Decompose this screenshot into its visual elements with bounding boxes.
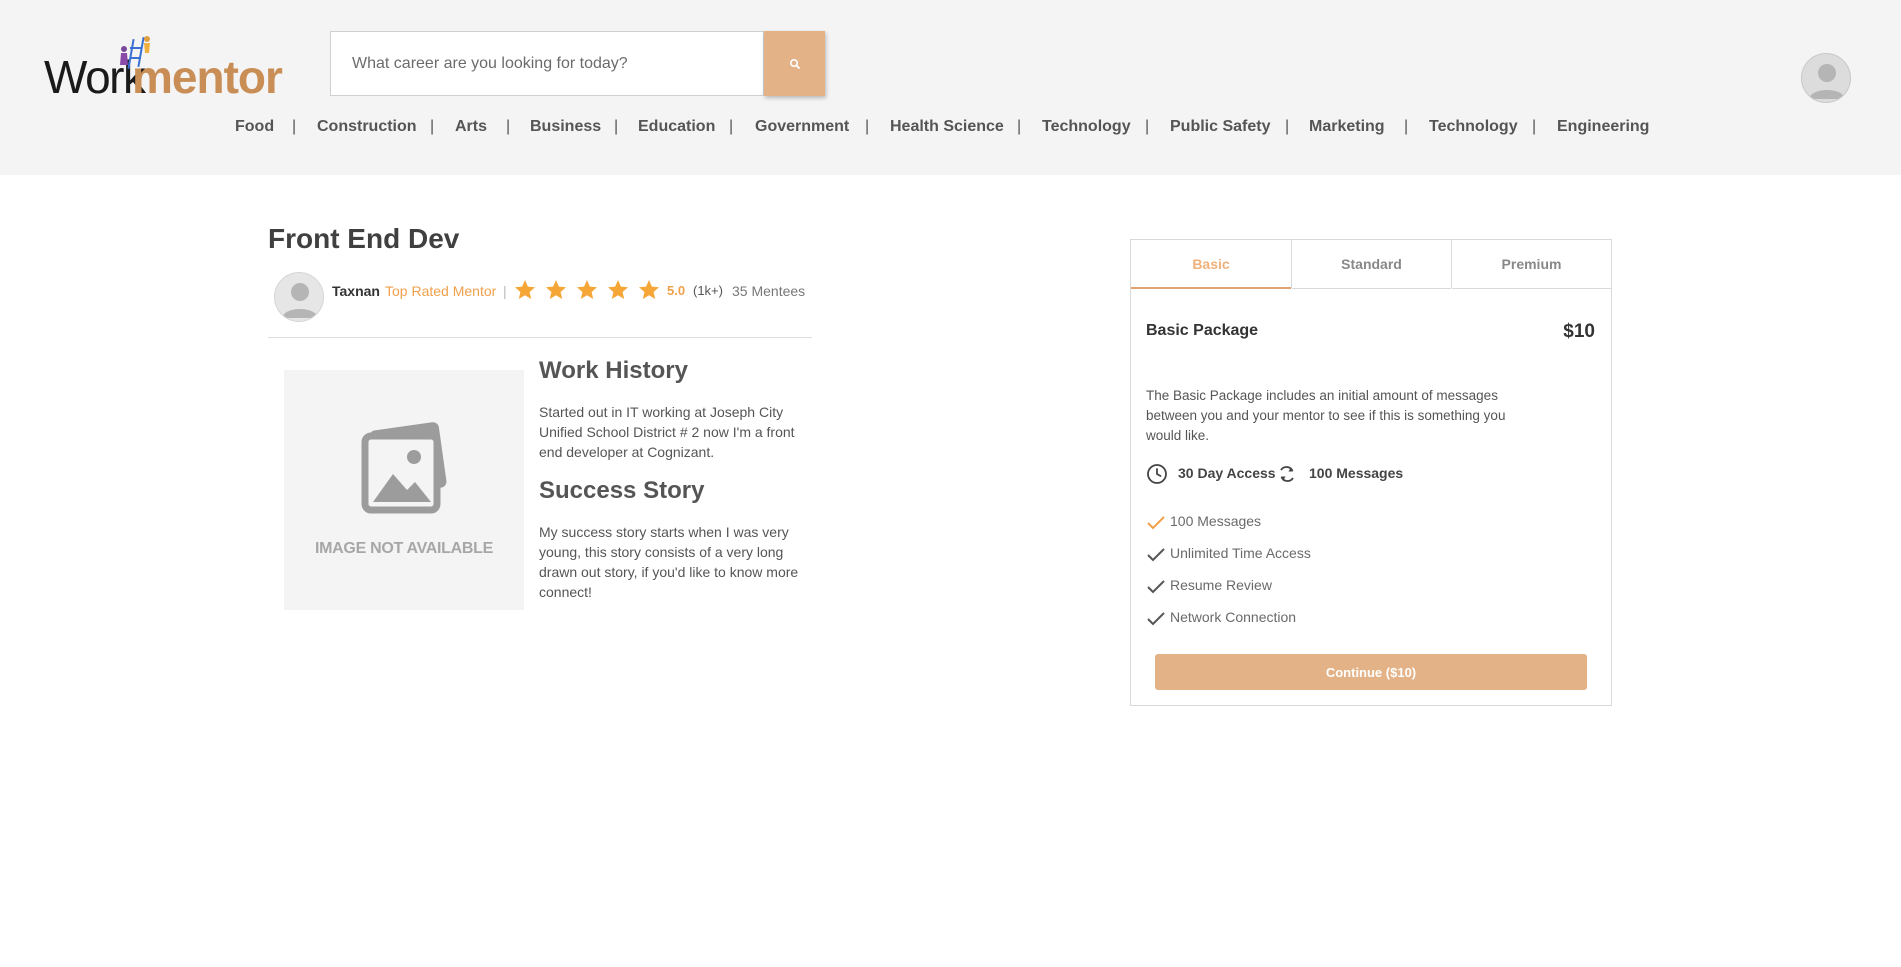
user-icon bbox=[282, 283, 318, 318]
nav-separator: | bbox=[1532, 118, 1537, 135]
package-panel: Basic Standard Premium Basic Package $10… bbox=[1130, 239, 1612, 706]
mentor-avatar[interactable] bbox=[274, 272, 324, 322]
nav-item-marketing[interactable]: Marketing bbox=[1309, 118, 1385, 136]
mentor-info-row: Taxnan Top Rated Mentor | 5.0 (1k+) 35 M… bbox=[274, 272, 814, 322]
image-icon bbox=[361, 422, 447, 514]
nav-item-engineering[interactable]: Engineering bbox=[1557, 118, 1649, 136]
nav-separator: | bbox=[865, 118, 870, 135]
nav-separator: | bbox=[1285, 118, 1290, 135]
search-box bbox=[330, 31, 764, 96]
category-nav: Food | Construction | Arts | Business | … bbox=[0, 118, 1901, 140]
nav-item-technology[interactable]: Technology bbox=[1042, 118, 1131, 136]
top-rated-badge: Top Rated Mentor bbox=[385, 283, 497, 299]
check-icon bbox=[1147, 580, 1165, 594]
package-price: $10 bbox=[1563, 321, 1595, 342]
refresh-icon bbox=[1280, 466, 1294, 482]
divider bbox=[268, 337, 812, 338]
check-icon bbox=[1147, 548, 1165, 562]
nav-separator: | bbox=[1404, 118, 1409, 135]
nav-item-arts[interactable]: Arts bbox=[455, 118, 487, 136]
success-story-text: My success story starts when I was very … bbox=[539, 524, 799, 600]
feature-text: Network Connection bbox=[1170, 609, 1297, 625]
workmentor-logo[interactable]: Work mentor bbox=[44, 33, 284, 103]
nav-separator: | bbox=[729, 118, 734, 135]
continue-button[interactable]: Continue ($10) bbox=[1155, 654, 1587, 690]
image-placeholder: IMAGE NOT AVAILABLE bbox=[284, 370, 524, 610]
header: Work mentor Food | Construction | bbox=[0, 0, 1901, 175]
mentees-count: 35 Mentees bbox=[732, 283, 806, 299]
nav-item-food[interactable]: Food bbox=[235, 118, 274, 136]
gig-title: Front End Dev bbox=[268, 223, 460, 254]
tab-standard[interactable]: Standard bbox=[1292, 240, 1451, 289]
nav-separator: | bbox=[506, 118, 511, 135]
nav-separator: | bbox=[1017, 118, 1022, 135]
nav-separator: | bbox=[1145, 118, 1150, 135]
nav-item-government[interactable]: Government bbox=[755, 118, 849, 136]
message-count: 100 Messages bbox=[1309, 465, 1404, 481]
tab-basic[interactable]: Basic bbox=[1131, 240, 1291, 289]
work-history-text: Started out in IT working at Joseph City… bbox=[539, 404, 795, 460]
check-icon bbox=[1147, 516, 1165, 530]
mentor-name[interactable]: Taxnan bbox=[332, 283, 380, 299]
logo-figures-icon bbox=[120, 36, 150, 69]
package-name: Basic Package bbox=[1146, 322, 1259, 339]
nav-separator: | bbox=[430, 118, 435, 135]
package-description: The Basic Package includes an initial am… bbox=[1146, 388, 1506, 443]
feature-text: Resume Review bbox=[1170, 577, 1272, 593]
nav-item-technology-2[interactable]: Technology bbox=[1429, 118, 1518, 136]
nav-item-education[interactable]: Education bbox=[638, 118, 715, 136]
separator: | bbox=[503, 283, 507, 299]
nav-item-public-safety[interactable]: Public Safety bbox=[1170, 118, 1270, 136]
search-icon bbox=[789, 58, 800, 69]
access-duration: 30 Day Access bbox=[1178, 465, 1276, 481]
feature-item: 100 Messages bbox=[1146, 510, 1586, 532]
star-icon bbox=[515, 280, 535, 299]
work-history-title: Work History bbox=[539, 357, 688, 384]
tab-premium[interactable]: Premium bbox=[1452, 240, 1611, 289]
success-story-title: Success Story bbox=[539, 477, 705, 504]
package-tabs: Basic Standard Premium bbox=[1131, 240, 1611, 289]
search-input[interactable] bbox=[331, 32, 763, 95]
nav-item-business[interactable]: Business bbox=[530, 118, 601, 136]
nav-item-health-science[interactable]: Health Science bbox=[890, 118, 1004, 136]
feature-text: 100 Messages bbox=[1170, 513, 1262, 529]
nav-separator: | bbox=[292, 118, 297, 135]
user-avatar[interactable] bbox=[1801, 53, 1851, 103]
star-icon bbox=[577, 280, 597, 299]
feature-item: Unlimited Time Access bbox=[1146, 542, 1586, 564]
image-not-available-text: IMAGE NOT AVAILABLE bbox=[315, 540, 493, 557]
star-icon bbox=[639, 280, 659, 299]
star-icon bbox=[608, 280, 628, 299]
check-icon bbox=[1147, 612, 1165, 626]
clock-icon bbox=[1147, 464, 1167, 484]
feature-item: Network Connection bbox=[1146, 606, 1586, 628]
nav-separator: | bbox=[614, 118, 619, 135]
feature-text: Unlimited Time Access bbox=[1170, 545, 1311, 561]
user-icon bbox=[1809, 64, 1845, 99]
search-button[interactable] bbox=[764, 31, 825, 96]
feature-item: Resume Review bbox=[1146, 574, 1586, 596]
rating-count: (1k+) bbox=[693, 283, 723, 298]
star-icon bbox=[546, 280, 566, 299]
nav-item-construction[interactable]: Construction bbox=[317, 118, 417, 136]
rating-value: 5.0 bbox=[667, 283, 686, 298]
package-meta: 30 Day Access 100 Messages bbox=[1146, 461, 1586, 487]
